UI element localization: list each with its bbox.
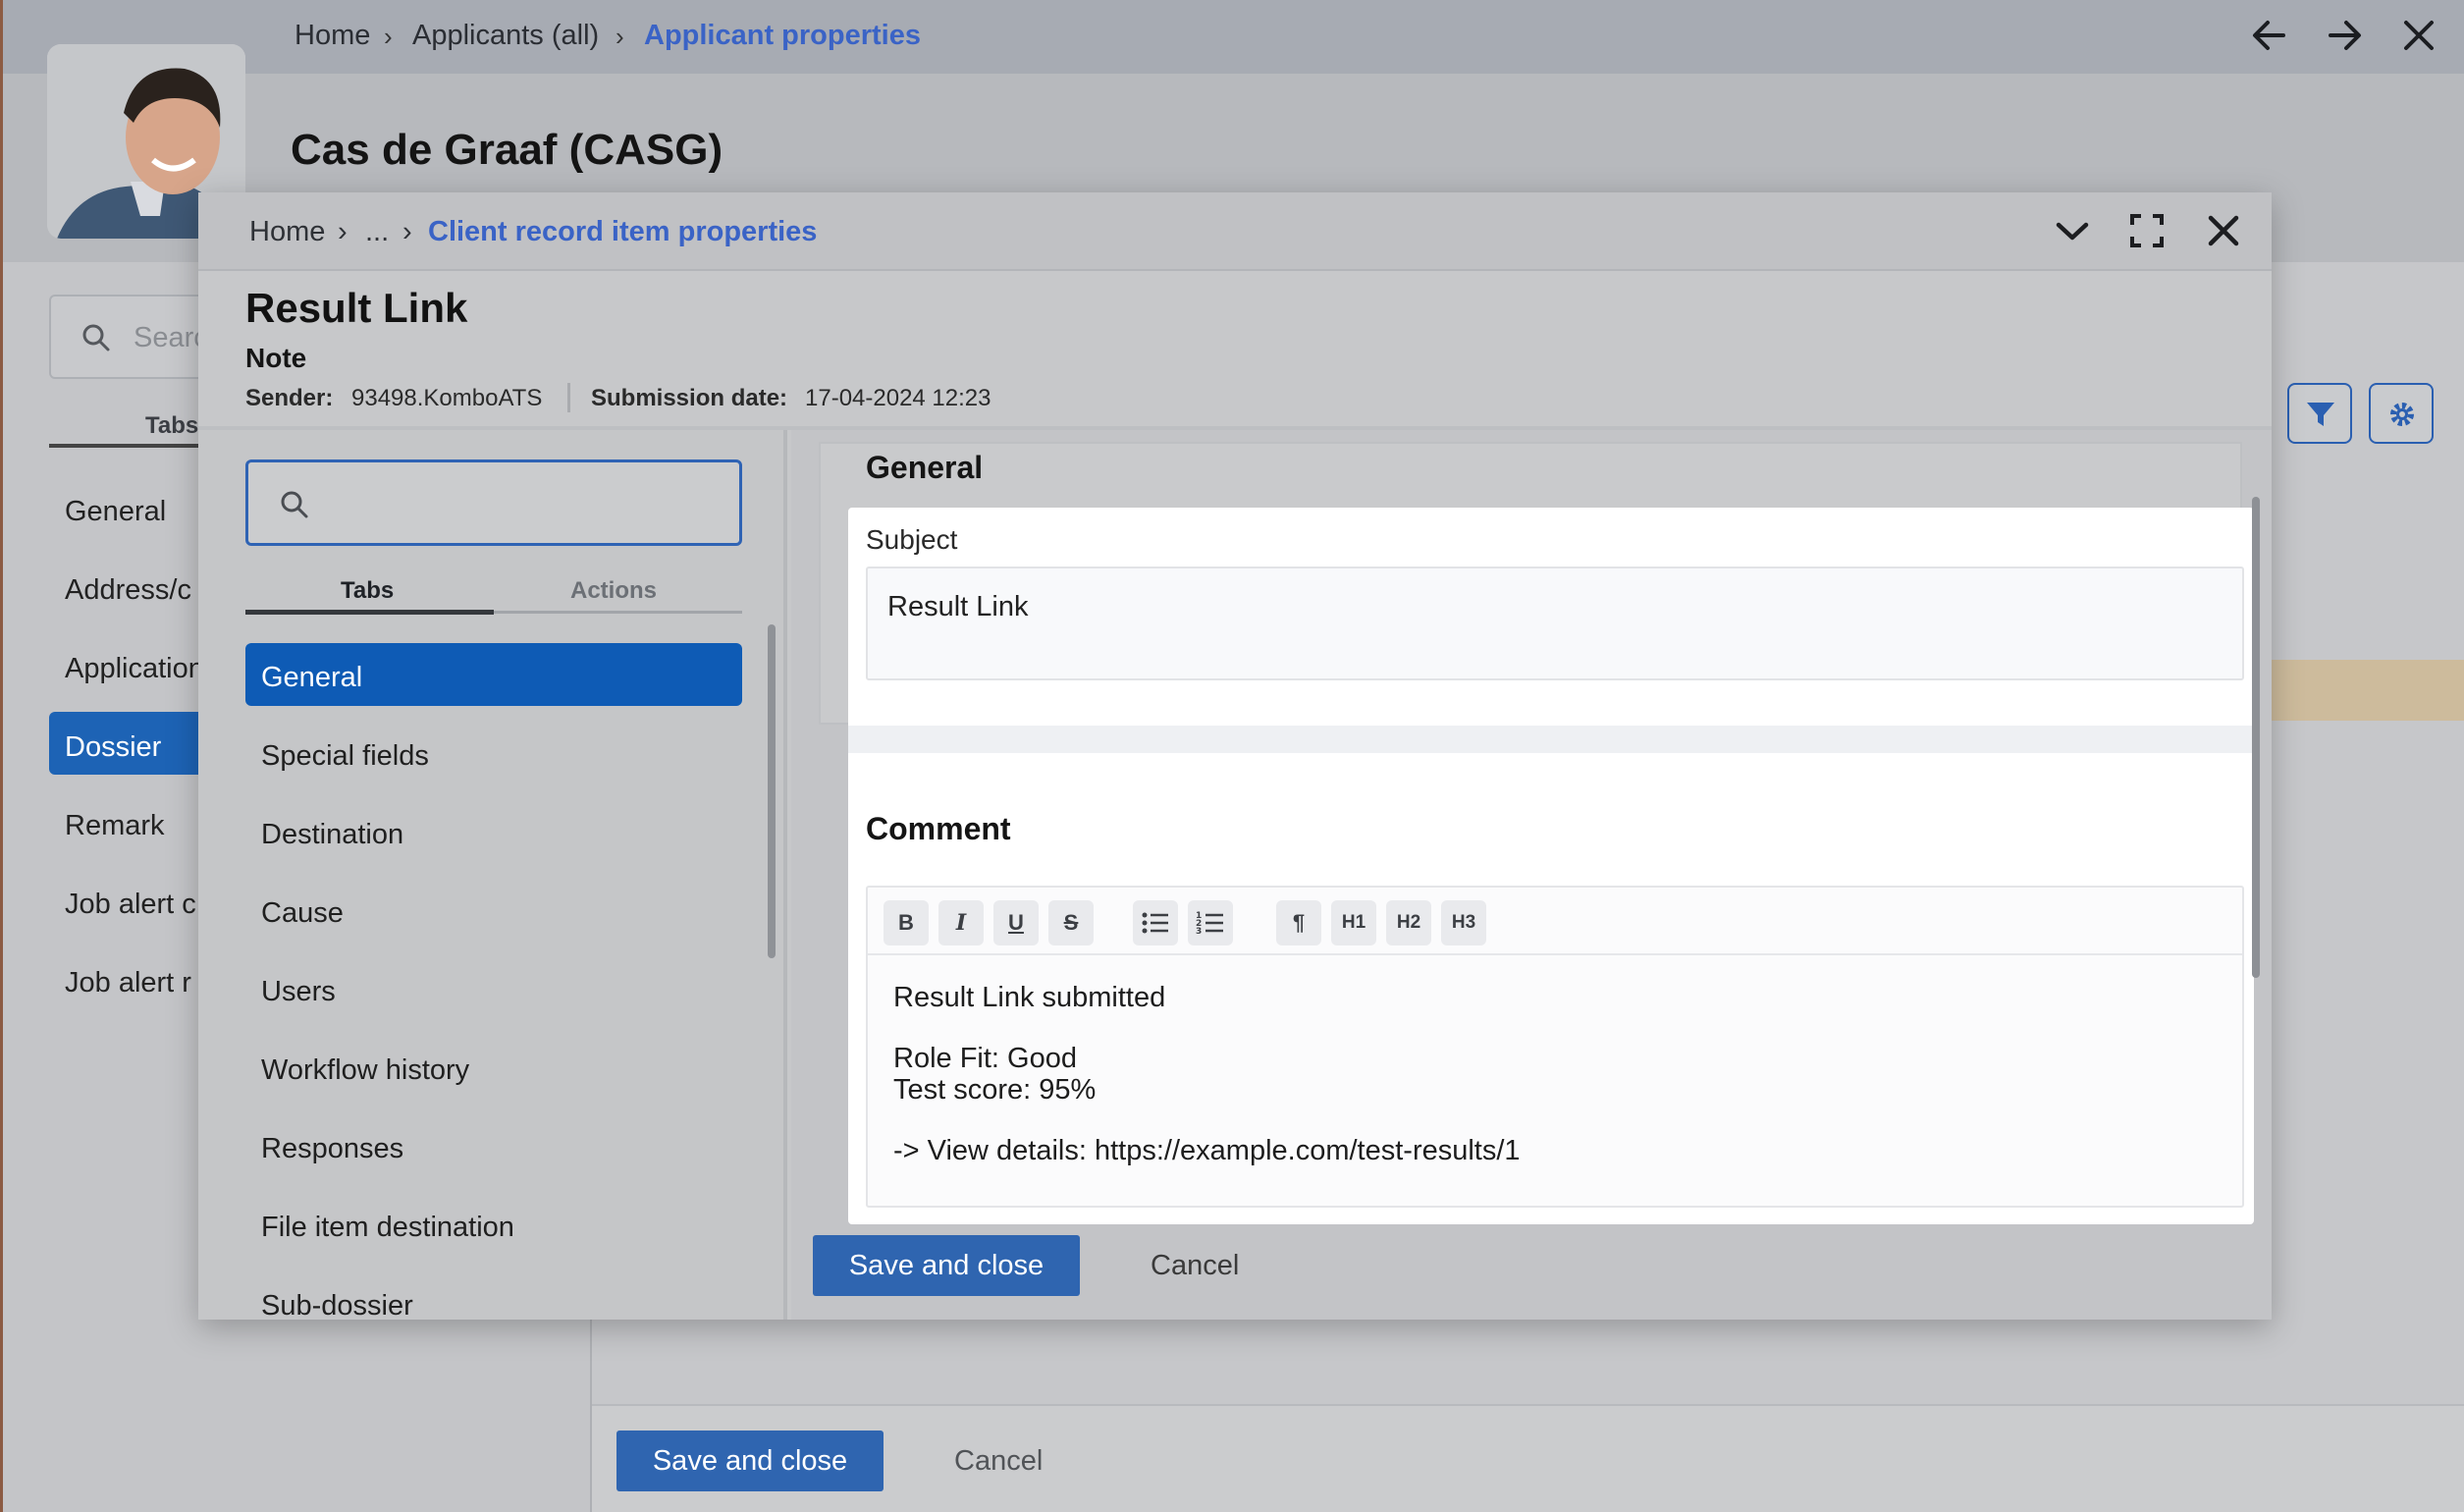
cancel-button[interactable]: Cancel bbox=[1151, 1250, 1239, 1282]
editor-toolbar-divider bbox=[868, 953, 2242, 955]
numbered-list-button[interactable]: 1 2 3 bbox=[1188, 900, 1233, 945]
section-heading-general: General bbox=[866, 450, 984, 485]
comment-line: Role Fit: Good bbox=[893, 1043, 1077, 1074]
search-icon bbox=[281, 491, 308, 518]
tab-tabs[interactable]: Tabs bbox=[341, 577, 394, 605]
bullet-list-button[interactable] bbox=[1133, 900, 1178, 945]
sender-value: 93498.KomboATS bbox=[351, 385, 543, 411]
record-type: Note bbox=[245, 343, 307, 373]
sender-label: Sender: bbox=[245, 385, 334, 411]
close-icon[interactable] bbox=[2395, 12, 2442, 59]
chevron-right-icon: › bbox=[616, 22, 624, 51]
dialog-breadcrumb-home[interactable]: Home bbox=[249, 216, 325, 248]
italic-button[interactable]: I bbox=[938, 900, 984, 945]
filter-button[interactable] bbox=[2287, 383, 2352, 444]
content-scrollbar[interactable] bbox=[2252, 497, 2260, 978]
search-icon bbox=[82, 324, 110, 351]
bg-highlight-row bbox=[2268, 660, 2464, 721]
paragraph-icon: ¶ bbox=[1292, 910, 1306, 935]
heading-2-icon: H2 bbox=[1396, 912, 1421, 933]
bg-nav-item-active[interactable]: Dossier bbox=[65, 731, 161, 764]
bg-tab-tabs[interactable]: Tabs bbox=[145, 412, 198, 440]
nav-item-workflow-history[interactable]: Workflow history bbox=[261, 1054, 469, 1087]
bg-breadcrumb-home[interactable]: Home bbox=[295, 20, 370, 52]
nav-item-cause[interactable]: Cause bbox=[261, 897, 344, 930]
dialog-search-input[interactable] bbox=[245, 459, 742, 546]
strikethrough-icon: S bbox=[1063, 910, 1079, 935]
chevron-right-icon: › bbox=[384, 22, 393, 51]
bullet-list-icon bbox=[1142, 912, 1168, 934]
chevron-right-icon: › bbox=[338, 216, 348, 247]
bold-button[interactable]: B bbox=[884, 900, 929, 945]
nav-item-destination[interactable]: Destination bbox=[261, 819, 403, 851]
applicant-name: Cas de Graaf (CASG) bbox=[291, 126, 723, 174]
close-icon[interactable] bbox=[2199, 206, 2248, 255]
dialog-breadcrumb-ellipsis[interactable]: ... bbox=[365, 216, 389, 248]
subject-label: Subject bbox=[866, 524, 958, 555]
chevron-down-icon[interactable] bbox=[2048, 206, 2097, 255]
comment-line: -> View details: https://example.com/tes… bbox=[893, 1135, 1521, 1166]
heading-3-button[interactable]: H3 bbox=[1441, 900, 1486, 945]
settings-button[interactable] bbox=[2369, 383, 2434, 444]
bg-breadcrumb-applicants[interactable]: Applicants (all) bbox=[412, 20, 599, 52]
bg-save-and-close-button[interactable]: Save and close bbox=[616, 1431, 884, 1491]
tab-actions[interactable]: Actions bbox=[570, 577, 657, 605]
arrow-left-icon[interactable] bbox=[2246, 12, 2293, 59]
bg-nav-item[interactable]: Application bbox=[65, 653, 204, 685]
nav-item-special-fields[interactable]: Special fields bbox=[261, 740, 429, 773]
subject-value: Result Link bbox=[887, 591, 1029, 622]
save-and-close-button[interactable]: Save and close bbox=[813, 1235, 1080, 1296]
heading-3-icon: H3 bbox=[1451, 912, 1476, 933]
numbered-list-icon: 1 2 3 bbox=[1196, 911, 1223, 937]
section-separator bbox=[848, 726, 2254, 753]
left-panel-scrollbar[interactable] bbox=[768, 624, 776, 958]
nav-item-responses[interactable]: Responses bbox=[261, 1133, 403, 1165]
bold-icon: B bbox=[898, 910, 914, 935]
bg-nav-item[interactable]: General bbox=[65, 496, 166, 528]
gear-icon bbox=[2390, 403, 2414, 426]
arrow-right-icon[interactable] bbox=[2321, 12, 2368, 59]
submission-date-label: Submission date: bbox=[591, 385, 788, 411]
bg-tab-underline bbox=[49, 444, 206, 448]
nav-item-sub-dossier[interactable]: Sub-dossier bbox=[261, 1290, 413, 1323]
heading-2-button[interactable]: H2 bbox=[1386, 900, 1431, 945]
bg-nav-item[interactable]: Address/c bbox=[65, 574, 191, 607]
comment-line: Test score: 95% bbox=[893, 1074, 1097, 1106]
nav-item-users[interactable]: Users bbox=[261, 976, 336, 1008]
subject-input[interactable] bbox=[866, 567, 2244, 680]
nav-item-file-item-destination[interactable]: File item destination bbox=[261, 1212, 514, 1244]
comment-line: Result Link submitted bbox=[893, 982, 1166, 1013]
paragraph-button[interactable]: ¶ bbox=[1276, 900, 1321, 945]
dialog-left-panel bbox=[198, 430, 787, 1320]
maximize-icon[interactable] bbox=[2122, 206, 2171, 255]
underline-icon: U bbox=[1008, 910, 1024, 935]
dialog-breadcrumb-current: Client record item properties bbox=[428, 216, 818, 247]
bg-nav-item[interactable]: Job alert c bbox=[65, 889, 196, 921]
svg-text:3: 3 bbox=[1196, 927, 1202, 937]
filter-icon bbox=[2307, 403, 2334, 426]
submission-date-value: 17-04-2024 12:23 bbox=[805, 385, 991, 411]
underline-button[interactable]: U bbox=[993, 900, 1039, 945]
record-title: Result Link bbox=[245, 285, 468, 331]
tab-active-underline bbox=[245, 610, 494, 615]
italic-icon: I bbox=[955, 910, 967, 936]
nav-item-general[interactable]: General bbox=[261, 662, 362, 694]
heading-1-button[interactable]: H1 bbox=[1331, 900, 1376, 945]
dialog-topbar: Home › ... › Client record item properti… bbox=[198, 192, 2272, 271]
bg-header bbox=[3, 0, 2464, 74]
bg-nav-item[interactable]: Job alert r bbox=[65, 967, 191, 999]
meta-divider bbox=[567, 383, 570, 412]
bg-nav-item[interactable]: Remark bbox=[65, 810, 165, 842]
strikethrough-button[interactable]: S bbox=[1048, 900, 1094, 945]
chevron-right-icon: › bbox=[402, 216, 412, 247]
bg-cancel-button[interactable]: Cancel bbox=[954, 1445, 1043, 1478]
bg-breadcrumb-current: Applicant properties bbox=[644, 20, 921, 51]
section-heading-comment: Comment bbox=[866, 811, 1011, 846]
heading-1-icon: H1 bbox=[1341, 912, 1366, 933]
